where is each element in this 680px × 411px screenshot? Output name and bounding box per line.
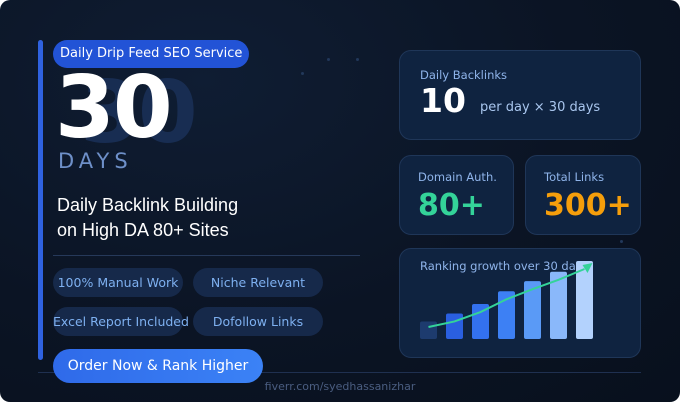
ranking-growth-chart: [420, 261, 593, 339]
feature-excel-report: Excel Report Included: [53, 307, 189, 336]
total-links-value: 300+: [544, 188, 632, 223]
daily-backlinks-label: Daily Backlinks: [420, 68, 508, 82]
feature-niche-relevant: Niche Relevant: [193, 268, 323, 297]
bottom-strip: [0, 402, 680, 411]
ranking-growth-card: Ranking growth over 30 days: [399, 248, 641, 358]
total-links-label: Total Links: [544, 170, 605, 184]
accent-bar: [38, 40, 43, 360]
daily-backlinks-value: 10: [420, 81, 466, 120]
total-links-card: Total Links 300+: [525, 155, 641, 235]
hero-number: 30: [55, 58, 173, 158]
growth-bar: [446, 313, 463, 339]
hero-unit: DAYS: [58, 149, 133, 173]
headline: Daily Backlink Building on High DA 80+ S…: [57, 193, 347, 243]
domain-authority-value: 80+: [418, 188, 485, 223]
banner: Daily Drip Feed SEO Service 30 30 DAYS D…: [0, 0, 680, 402]
growth-bar: [576, 261, 593, 339]
headline-line-2: on High DA 80+ Sites: [57, 220, 229, 240]
footer-url: fiverr.com/syedhassanizhar: [264, 380, 416, 393]
feature-manual-work: 100% Manual Work: [53, 268, 183, 297]
domain-authority-card: Domain Auth. 80+: [399, 155, 514, 235]
decor-dot: [620, 240, 623, 243]
decor-dot: [327, 58, 330, 61]
domain-authority-label: Domain Auth.: [418, 170, 497, 184]
daily-backlinks-suffix: per day × 30 days: [480, 100, 601, 115]
growth-bar: [420, 321, 437, 339]
daily-backlinks-card: Daily Backlinks 10 per day × 30 days: [399, 50, 641, 140]
feature-dofollow-links: Dofollow Links: [193, 307, 323, 336]
decor-dot: [356, 58, 359, 61]
headline-line-1: Daily Backlink Building: [57, 195, 239, 215]
decor-dot: [301, 72, 304, 75]
divider: [53, 255, 360, 256]
order-now-button[interactable]: Order Now & Rank Higher: [53, 349, 263, 383]
